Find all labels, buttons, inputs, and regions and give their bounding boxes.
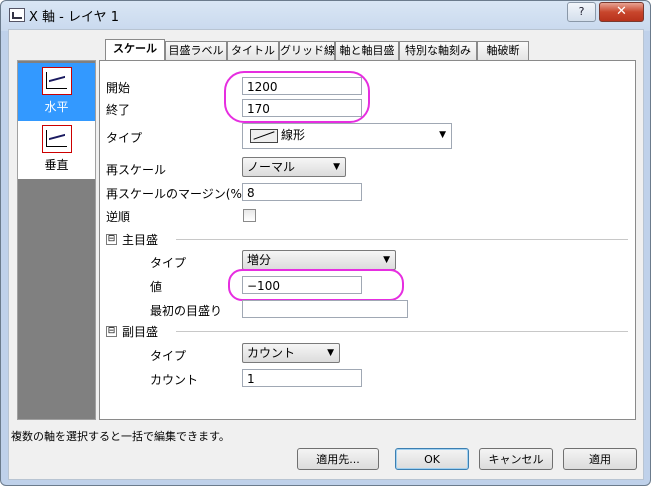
major-type-label: タイプ [150,256,187,270]
axis-item-label: 垂直 [44,158,69,172]
app-icon [9,8,25,22]
tab-axis-break[interactable]: 軸破断 [477,41,529,60]
tab-grid-lines[interactable]: グリッド線 [279,41,335,60]
first-tick-input[interactable] [242,300,408,318]
margin-input[interactable]: 8 [242,183,362,201]
chevron-down-icon: ▼ [439,130,446,140]
major-type-select[interactable]: 増分 ▼ [242,250,396,270]
scale-type-select[interactable]: 線形 ▼ [242,123,452,149]
minor-count-label: カウント [150,373,199,387]
end-label: 終了 [106,103,131,117]
minor-group-label: 副目盛 [122,325,159,339]
first-tick-label: 最初の目盛り [150,304,223,318]
minor-collapse-icon[interactable]: ⊟ [106,326,117,337]
status-text: 複数の軸を選択すると一括で編集できます。 [11,430,230,443]
chevron-down-icon: ▼ [333,162,340,172]
tab-tick-labels[interactable]: 目盛ラベル [165,41,227,60]
start-end-highlight [224,71,370,123]
scale-type-value: 線形 [281,128,306,142]
major-value-highlight [228,269,404,301]
tab-special-ticks[interactable]: 特別な軸刻み [399,41,477,60]
help-button[interactable]: ? [567,2,596,22]
apply-button[interactable]: 適用 [563,448,637,470]
scale-type-label: タイプ [106,131,143,145]
vertical-axis-icon [42,125,72,153]
axis-list: 水平 垂直 [17,60,96,420]
rescale-select[interactable]: ノーマル ▼ [242,157,346,177]
major-group-divider [176,239,628,240]
margin-label: 再スケールのマージン(%) [106,187,247,201]
axis-item-vertical[interactable]: 垂直 [18,121,95,179]
apply-to-button[interactable]: 適用先... [297,448,379,470]
reverse-checkbox[interactable] [243,209,256,222]
reverse-label: 逆順 [106,210,131,224]
major-type-value: 増分 [247,253,272,267]
minor-group-divider [176,331,628,332]
close-button[interactable]: ✕ [599,2,644,22]
title-bar[interactable]: X 軸 - レイヤ 1 ? ✕ [1,1,650,29]
minor-type-label: タイプ [150,349,187,363]
chevron-down-icon: ▼ [327,348,334,358]
major-collapse-icon[interactable]: ⊟ [106,234,117,245]
tab-title[interactable]: タイトル [227,41,279,60]
start-label: 開始 [106,81,131,95]
scale-panel: 開始 1200 終了 170 タイプ 線形 ▼ 再スケール ノーマル ▼ 再スケ… [99,60,636,420]
linear-scale-icon [250,129,278,143]
horizontal-axis-icon [42,67,72,95]
window-title: X 軸 - レイヤ 1 [29,10,120,25]
minor-count-input[interactable]: 1 [242,369,362,387]
dialog-window: X 軸 - レイヤ 1 ? ✕ 水平 垂直 スケール 目盛ラベル タイトル グリ… [0,0,651,486]
axis-item-horizontal[interactable]: 水平 [18,63,95,121]
chevron-down-icon: ▼ [383,255,390,265]
rescale-label: 再スケール [106,163,167,177]
major-group-label: 主目盛 [122,233,159,247]
tab-axis-ticks[interactable]: 軸と軸目盛 [335,41,399,60]
minor-type-value: カウント [247,346,296,360]
major-value-label: 値 [150,280,163,294]
tab-scale[interactable]: スケール [105,39,165,61]
dialog-body: 水平 垂直 スケール 目盛ラベル タイトル グリッド線 軸と軸目盛 特別な軸刻み… [8,29,644,480]
minor-type-select[interactable]: カウント ▼ [242,343,340,363]
axis-item-label: 水平 [44,100,69,114]
cancel-button[interactable]: キャンセル [479,448,553,470]
rescale-value: ノーマル [247,160,296,174]
ok-button[interactable]: OK [395,448,469,470]
